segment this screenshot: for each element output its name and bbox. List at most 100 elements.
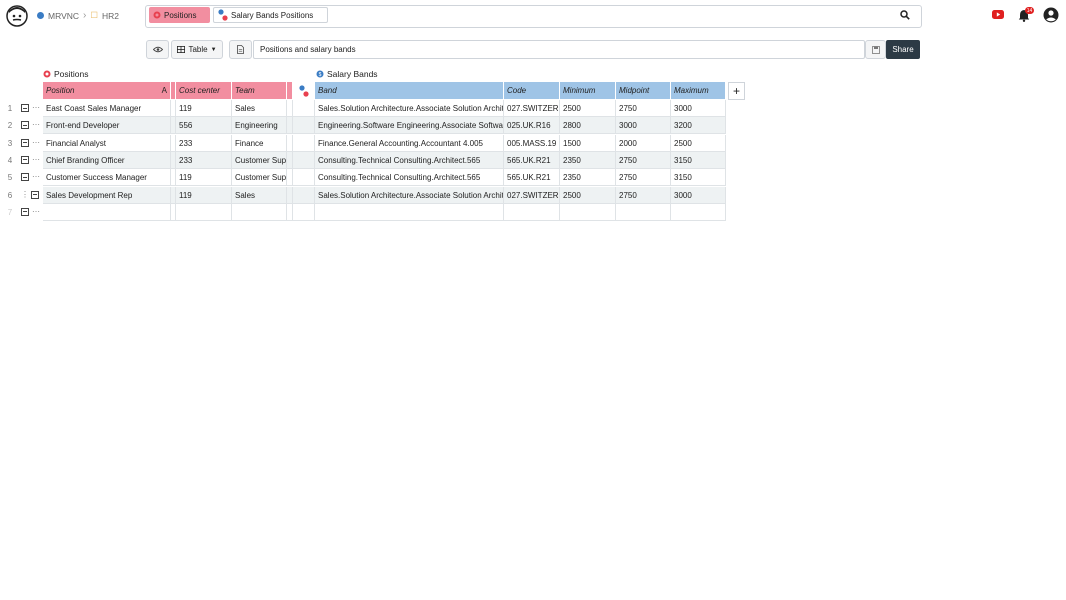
cell-position[interactable]: Customer Success Manager <box>43 169 171 187</box>
breadcrumb-org[interactable]: MRVNC <box>48 11 79 21</box>
tab-positions[interactable]: Positions <box>149 7 210 23</box>
cell-cost-center[interactable]: 119 <box>176 186 232 204</box>
cell-minimum[interactable] <box>560 203 616 221</box>
cell-midpoint[interactable]: 2750 <box>616 100 671 117</box>
cell-maximum[interactable]: 3150 <box>671 151 726 169</box>
row-number[interactable]: 4 <box>4 152 16 169</box>
row-menu-icon[interactable]: ⋮ <box>21 187 29 202</box>
cell-cost-center[interactable]: 233 <box>176 134 232 152</box>
cell-minimum[interactable]: 2800 <box>560 117 616 135</box>
share-button[interactable]: Share <box>886 40 920 59</box>
column-header-minimum[interactable]: Minimum <box>560 82 616 99</box>
cell-position[interactable]: Financial Analyst <box>43 134 171 152</box>
cell-position[interactable]: Sales Development Rep <box>43 186 171 204</box>
cell-cost-center[interactable]: 556 <box>176 117 232 135</box>
cell-team[interactable]: Finance <box>232 134 287 152</box>
cell-team[interactable]: Customer Support <box>232 151 287 169</box>
cell-minimum[interactable]: 2500 <box>560 100 616 117</box>
cell-maximum[interactable]: 3200 <box>671 117 726 135</box>
cell-position[interactable]: Chief Branding Officer <box>43 151 171 169</box>
cell-team[interactable]: Customer Support <box>232 169 287 187</box>
cell-midpoint[interactable] <box>616 203 671 221</box>
description-input[interactable]: Positions and salary bands <box>253 40 865 59</box>
table-row[interactable]: 4 ⋯Chief Branding Officer 233Customer Supp… <box>0 151 726 169</box>
row-expand-icon[interactable] <box>21 138 29 147</box>
cell-code[interactable]: 565.UK.R21 <box>504 151 560 169</box>
cell-code[interactable]: 027.SWITZERLAND <box>504 100 560 117</box>
cell-code[interactable]: 005.MASS.19 <box>504 134 560 152</box>
cell-band[interactable] <box>315 203 504 221</box>
cell-maximum[interactable] <box>671 203 726 221</box>
cell-midpoint[interactable]: 3000 <box>616 117 671 135</box>
cell-position[interactable]: Front-end Developer <box>43 117 171 135</box>
column-header-maximum[interactable]: Maximum <box>671 82 726 99</box>
table-row[interactable]: 5 ⋯ Customer Success Manager 119 Customer Su… <box>0 169 726 187</box>
cell-midpoint[interactable]: 2750 <box>616 169 671 187</box>
row-menu-icon[interactable]: ⋯ <box>32 169 40 184</box>
column-header-band[interactable]: Band <box>315 82 504 99</box>
link-column-header[interactable] <box>293 82 314 99</box>
cell-team[interactable]: Engineering <box>232 117 287 135</box>
cell-band[interactable]: Sales.Solution Architecture.Associate So… <box>315 186 504 204</box>
cell-minimum[interactable]: 2350 <box>560 169 616 187</box>
cell-code[interactable]: 027.SWITZERLAND <box>504 186 560 204</box>
cell-cost-center[interactable] <box>176 203 232 221</box>
cell-band[interactable]: Consulting.Technical Consulting.Architec… <box>315 151 504 169</box>
save-button[interactable] <box>865 40 886 59</box>
cell-minimum[interactable]: 2350 <box>560 151 616 169</box>
cell-maximum[interactable]: 2500 <box>671 134 726 152</box>
cell-band[interactable]: Engineering.Software Engineering.Associa… <box>315 117 504 135</box>
row-expand-icon[interactable] <box>21 207 29 216</box>
view-mode-dropdown[interactable]: Table ▼ <box>171 40 223 59</box>
row-number[interactable]: 6 <box>4 187 16 204</box>
column-header-midpoint[interactable]: Midpoint <box>616 82 671 99</box>
column-header-position[interactable]: Position A <box>43 82 171 99</box>
cell-minimum[interactable]: 1500 <box>560 134 616 152</box>
cell-code[interactable]: 565.UK.R21 <box>504 169 560 187</box>
cell-code[interactable] <box>504 203 560 221</box>
table-row[interactable]: 6 ⋮ Sales Development Rep 119 Sales Sales.Sol… <box>0 186 726 204</box>
cell-midpoint[interactable]: 2750 <box>616 151 671 169</box>
table-row[interactable]: 7 ⋯ <box>0 203 726 221</box>
row-expand-icon[interactable] <box>31 190 39 199</box>
account-icon[interactable] <box>1043 7 1059 23</box>
cell-cost-center[interactable]: 233 <box>176 151 232 169</box>
cell-band[interactable]: Sales.Solution Architecture.Associate So… <box>315 100 504 117</box>
visibility-toggle-button[interactable] <box>146 40 169 59</box>
cell-team[interactable]: Sales <box>232 100 287 117</box>
table-row[interactable]: 3 ⋯ Financial Analyst 233 Finance Finance.Gen… <box>0 134 726 152</box>
row-menu-icon[interactable]: ⋯ <box>32 117 40 132</box>
cell-band[interactable]: Finance.General Accounting.Accountant 4.… <box>315 134 504 152</box>
row-number[interactable]: 3 <box>4 135 16 152</box>
cell-code[interactable]: 025.UK.R16 <box>504 117 560 135</box>
column-header-code[interactable]: Code <box>504 82 560 99</box>
column-header-team[interactable]: Team <box>232 82 287 99</box>
cell-maximum[interactable]: 3000 <box>671 186 726 204</box>
row-menu-icon[interactable]: ⋯ <box>32 135 40 150</box>
row-expand-icon[interactable] <box>21 155 29 164</box>
cell-cost-center[interactable]: 119 <box>176 100 232 117</box>
cell-midpoint[interactable]: 2000 <box>616 134 671 152</box>
cell-band[interactable]: Consulting.Technical Consulting.Architec… <box>315 169 504 187</box>
user-avatar-logo[interactable] <box>6 5 28 27</box>
cell-cost-center[interactable]: 119 <box>176 169 232 187</box>
cell-maximum[interactable]: 3000 <box>671 100 726 117</box>
table-row[interactable]: 1 ⋯ East Coast Sales Manager 119 Sales Sales.… <box>0 100 726 117</box>
column-header-cost-center[interactable]: Cost center <box>176 82 232 99</box>
document-button[interactable] <box>229 40 252 59</box>
row-menu-icon[interactable]: ⋯ <box>32 204 40 219</box>
cell-minimum[interactable]: 2500 <box>560 186 616 204</box>
search-icon[interactable] <box>900 10 910 20</box>
row-expand-icon[interactable] <box>21 104 29 112</box>
cell-position[interactable]: East Coast Sales Manager <box>43 100 171 117</box>
row-menu-icon[interactable]: ⋯ <box>32 100 40 115</box>
row-number[interactable]: 1 <box>4 100 16 117</box>
row-expand-icon[interactable] <box>21 173 29 182</box>
row-number[interactable]: 2 <box>4 117 16 134</box>
row-number[interactable]: 7 <box>4 204 16 221</box>
cell-position[interactable] <box>43 203 171 221</box>
table-row[interactable]: 2 ⋯ Front-end Developer 556 Engineering Engin… <box>0 117 726 135</box>
youtube-icon[interactable] <box>992 10 1004 19</box>
add-column-button[interactable]: + <box>728 82 745 100</box>
row-number[interactable]: 5 <box>4 169 16 186</box>
